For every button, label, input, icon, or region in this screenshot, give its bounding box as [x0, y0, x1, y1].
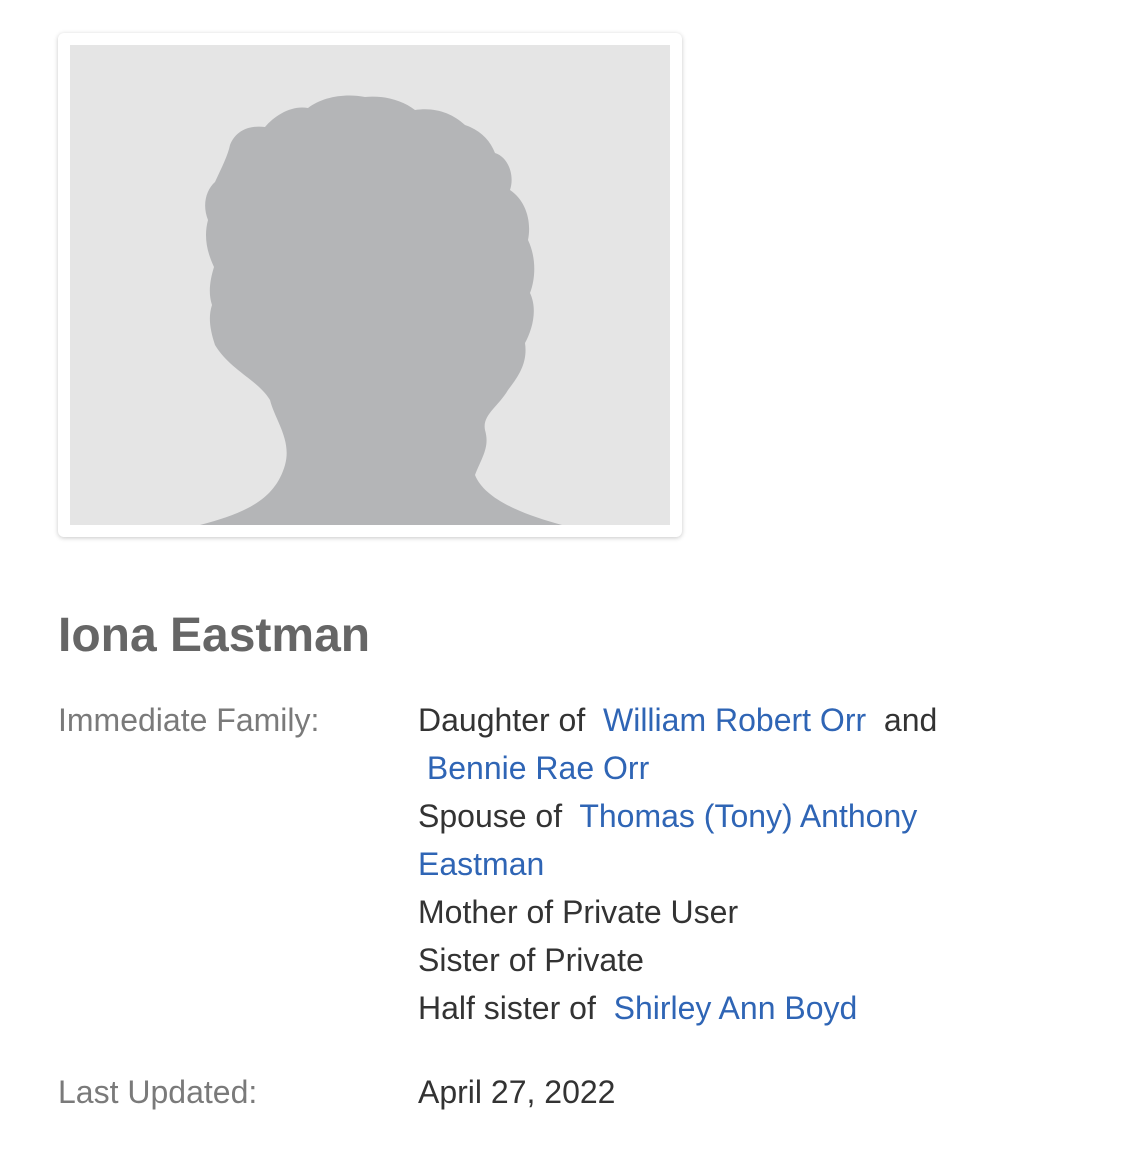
immediate-family-list: Daughter of William Robert Orr and Benni…: [418, 696, 1018, 1032]
family-line-daughter: Daughter of William Robert Orr and: [418, 696, 1018, 744]
half-sister-link[interactable]: Shirley Ann Boyd: [614, 990, 858, 1026]
mother-link[interactable]: Bennie Rae Orr: [427, 750, 649, 786]
female-silhouette-icon: [200, 95, 562, 525]
family-line-sister-of: Sister of Private: [418, 942, 644, 978]
father-link[interactable]: William Robert Orr: [603, 702, 866, 738]
immediate-family-label: Immediate Family:: [58, 702, 320, 738]
last-updated-label: Last Updated:: [58, 1074, 258, 1110]
family-line-half-sister: Half sister of Shirley Ann Boyd: [418, 984, 1018, 1032]
family-line-mother-of: Mother of Private User: [418, 894, 739, 930]
daughter-of-text: Daughter of: [418, 702, 586, 738]
half-sister-of-text: Half sister of: [418, 990, 596, 1026]
profile-photo-frame: [58, 33, 682, 537]
and-text: and: [883, 702, 938, 738]
profile-name: Iona Eastman: [58, 609, 371, 662]
last-updated-value: April 27, 2022: [418, 1074, 616, 1110]
spouse-of-text: Spouse of: [418, 798, 563, 834]
family-line-mother: Bennie Rae Orr: [418, 744, 1018, 792]
family-line-spouse: Spouse of Thomas (Tony) Anthony Eastman: [418, 792, 1018, 888]
profile-photo[interactable]: [70, 45, 670, 525]
